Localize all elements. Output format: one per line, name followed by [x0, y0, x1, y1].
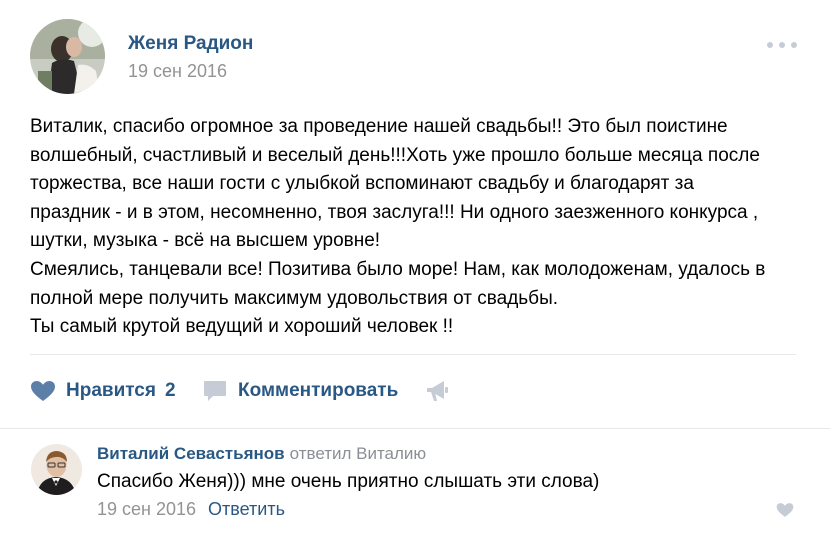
reply-meta: 19 сен 2016 Ответить [97, 499, 285, 520]
like-label: Нравится [66, 380, 156, 401]
speech-bubble-icon [204, 381, 226, 401]
like-button[interactable]: Нравится 2 [30, 376, 176, 406]
post-text-line: волшебный, счастливый и веселый день!!!Х… [30, 144, 760, 166]
reply-target[interactable]: ответил Виталию [290, 444, 427, 463]
megaphone-icon [427, 381, 448, 401]
author-name[interactable]: Женя Радион [128, 33, 253, 55]
post-text-line: шутки, музыка - всё на высшем уровне! [30, 230, 381, 252]
comments-separator [0, 428, 830, 429]
post-text: Виталик, спасибо огромное за проведение … [30, 113, 820, 342]
heart-icon [31, 381, 55, 401]
heart-icon [776, 503, 794, 517]
post-text-line: полной мере получить максимум удовольств… [30, 287, 559, 309]
more-dots-icon[interactable] [764, 35, 800, 55]
comment-label: Комментировать [238, 380, 399, 401]
divider [30, 354, 796, 355]
post-text-line: Ты самый крутой ведущий и хороший челове… [30, 316, 454, 338]
reply-text: Спасибо Женя))) мне очень приятно слышат… [97, 471, 600, 492]
author-avatar[interactable] [30, 19, 105, 94]
like-count: 2 [164, 380, 176, 401]
reply-like-button[interactable] [776, 502, 794, 518]
reply-date[interactable]: 19 сен 2016 [97, 499, 196, 519]
comment-button[interactable]: Комментировать [203, 376, 398, 406]
post-text-line: Смеялись, танцевали все! Позитива было м… [30, 258, 766, 280]
reply-header: Виталий Севастьянов ответил Виталию [97, 444, 426, 464]
post-date[interactable]: 19 сен 2016 [128, 61, 227, 82]
share-button[interactable] [424, 376, 450, 406]
post-text-line: Виталик, спасибо огромное за проведение … [30, 116, 728, 137]
post-text-line: торжества, все наши гости с улыбкой вспо… [30, 173, 694, 195]
reply-button[interactable]: Ответить [208, 499, 285, 519]
reply-author-avatar[interactable] [31, 444, 82, 495]
wall-post: Женя Радион 19 сен 2016 Виталик, спасибо… [0, 0, 830, 536]
post-text-line: праздник - и в этом, несомненно, твоя за… [30, 201, 759, 223]
reply-author-name[interactable]: Виталий Севастьянов [97, 444, 285, 463]
